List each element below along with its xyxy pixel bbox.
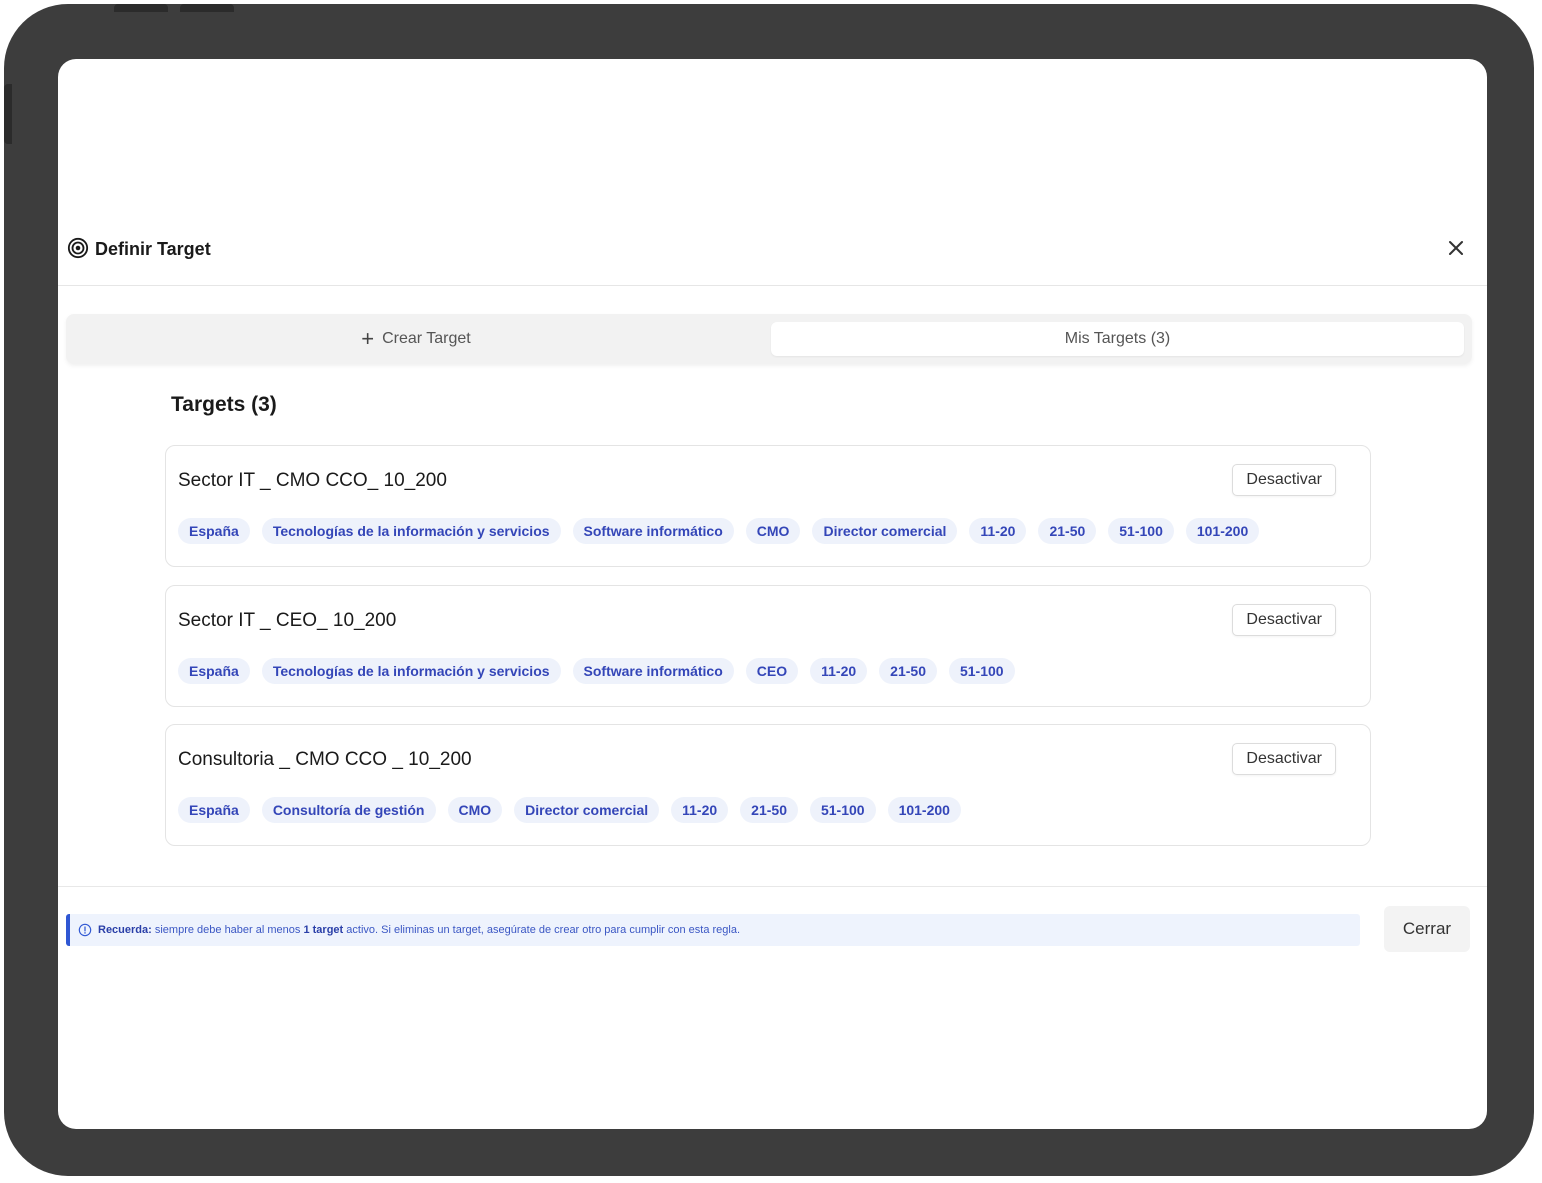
tag-chip: Software informático bbox=[572, 658, 734, 684]
tag-list: España Tecnologías de la información y s… bbox=[178, 658, 1015, 684]
target-name: Sector IT _ CMO CCO_ 10_200 bbox=[178, 470, 447, 491]
modal-title: Definir Target bbox=[95, 239, 211, 259]
tag-chip: Consultoría de gestión bbox=[261, 797, 436, 823]
modal-screen: Definir Target + Crear Target Mis Target… bbox=[58, 59, 1487, 1129]
tag-chip: 51-100 bbox=[1108, 518, 1174, 544]
device-side-button bbox=[4, 84, 12, 144]
tag-chip: Tecnologías de la información y servicio… bbox=[261, 518, 561, 544]
deactivate-button[interactable]: Desactivar bbox=[1232, 464, 1336, 496]
notice-text: Recuerda: siempre debe haber al menos 1 … bbox=[98, 924, 740, 936]
target-name: Sector IT _ CEO_ 10_200 bbox=[178, 610, 397, 631]
tag-chip: España bbox=[178, 658, 250, 684]
tab-bar: + Crear Target Mis Targets (3) bbox=[66, 314, 1472, 364]
target-card: Sector IT _ CMO CCO_ 10_200 Desactivar E… bbox=[165, 445, 1371, 567]
close-icon[interactable] bbox=[1443, 235, 1469, 261]
notice-bold: 1 target bbox=[303, 924, 344, 936]
target-name: Consultoria _ CMO CCO _ 10_200 bbox=[178, 749, 472, 770]
notice-text-part: activo. Si eliminas un target, asegúrate… bbox=[346, 924, 741, 936]
tag-list: España Tecnologías de la información y s… bbox=[178, 518, 1260, 544]
tag-chip: Director comercial bbox=[812, 518, 958, 544]
section-title: Targets (3) bbox=[171, 393, 277, 416]
tag-chip: 11-20 bbox=[671, 797, 729, 823]
tag-chip: Software informático bbox=[572, 518, 734, 544]
deactivate-button[interactable]: Desactivar bbox=[1232, 604, 1336, 636]
tag-chip: España bbox=[178, 797, 250, 823]
modal-header: Definir Target bbox=[58, 229, 1487, 286]
tag-chip: CMO bbox=[745, 518, 801, 544]
deactivate-button[interactable]: Desactivar bbox=[1232, 743, 1336, 775]
plus-icon: + bbox=[361, 326, 375, 351]
tag-chip: 101-200 bbox=[1185, 518, 1260, 544]
close-button[interactable]: Cerrar bbox=[1384, 906, 1470, 952]
tag-chip: 21-50 bbox=[879, 658, 937, 684]
tab-label: Crear Target bbox=[382, 330, 471, 347]
target-card: Sector IT _ CEO_ 10_200 Desactivar Españ… bbox=[165, 585, 1371, 707]
tag-chip: 101-200 bbox=[887, 797, 961, 823]
tag-chip: 51-100 bbox=[809, 797, 876, 823]
reminder-notice: Recuerda: siempre debe haber al menos 1 … bbox=[66, 914, 1360, 946]
footer-divider bbox=[58, 886, 1487, 887]
tag-chip: Tecnologías de la información y servicio… bbox=[261, 658, 561, 684]
tag-chip: 11-20 bbox=[810, 658, 868, 684]
tablet-frame: Definir Target + Crear Target Mis Target… bbox=[4, 4, 1534, 1176]
notice-label: Recuerda: bbox=[98, 924, 152, 936]
tag-chip: CMO bbox=[447, 797, 503, 823]
tag-chip: CEO bbox=[745, 658, 799, 684]
device-button bbox=[180, 4, 234, 12]
tag-list: España Consultoría de gestión CMO Direct… bbox=[178, 797, 961, 823]
tag-chip: España bbox=[178, 518, 250, 544]
notice-text-part: siempre debe haber al menos bbox=[154, 924, 301, 936]
tag-chip: 21-50 bbox=[740, 797, 798, 823]
tag-chip: Director comercial bbox=[514, 797, 660, 823]
target-card: Consultoria _ CMO CCO _ 10_200 Desactiva… bbox=[165, 724, 1371, 846]
tag-chip: 51-100 bbox=[948, 658, 1015, 684]
device-button bbox=[114, 4, 168, 12]
tag-chip: 11-20 bbox=[969, 518, 1027, 544]
tab-label: Mis Targets (3) bbox=[1064, 330, 1171, 347]
tag-chip: 21-50 bbox=[1038, 518, 1097, 544]
tab-crear-target[interactable]: + Crear Target bbox=[66, 322, 766, 356]
info-icon bbox=[78, 923, 92, 937]
tab-mis-targets[interactable]: Mis Targets (3) bbox=[771, 322, 1464, 356]
target-icon bbox=[67, 237, 89, 259]
